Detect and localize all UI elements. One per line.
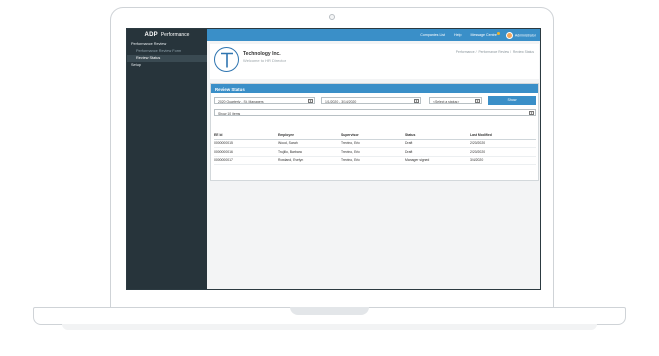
top-navbar: ADP Performance Companies List Help Mess… xyxy=(127,29,540,41)
review-status-panel: Review Status 2020 Quarterly - St. Manag… xyxy=(210,83,539,181)
help-link[interactable]: Help xyxy=(454,33,461,37)
laptop-foot xyxy=(62,324,597,330)
breadcrumb: Performance/ Performance Review/ Review … xyxy=(455,50,534,54)
cell-employee: Wood, Sarah xyxy=(278,141,298,146)
screen: ADP Performance Companies List Help Mess… xyxy=(126,28,541,290)
company-welcome: Welcome to HR Director xyxy=(243,58,287,63)
cell-supervisor: Trevino, Eric xyxy=(341,149,360,154)
user-name: Administrator xyxy=(514,32,536,37)
message-centre-link[interactable]: Message Centre xyxy=(470,32,500,37)
column-header[interactable]: EE Id xyxy=(214,133,278,137)
avatar xyxy=(505,31,513,39)
notification-dot-icon xyxy=(496,32,500,35)
items-per-page-value: Show 10 items xyxy=(218,111,241,116)
company-name: Technology Inc. xyxy=(243,51,281,57)
column-header[interactable]: Supervisor xyxy=(341,133,405,137)
chevron-down-icon: ▾ xyxy=(414,98,419,103)
cell-last-modified: 2/20/2020 xyxy=(470,149,486,154)
table-row[interactable]: 0000000016 Trujillo, Barbara Trevino, Er… xyxy=(214,148,536,157)
brand-name: Performance xyxy=(160,32,190,38)
cell-last-modified: 2/20/2020 xyxy=(470,141,486,146)
sidebar-item-performance-review[interactable]: Performance Review xyxy=(127,41,207,48)
period-select[interactable]: 2020 Quarterly - St. Managers ▾ xyxy=(214,97,315,104)
top-links: Companies List Help Message Centre Admin… xyxy=(420,29,536,41)
brand-logo: ADP xyxy=(144,32,158,38)
cell-status: Draft xyxy=(405,149,413,154)
show-button[interactable]: Show xyxy=(488,96,536,105)
cell-status: Draft xyxy=(405,141,413,146)
table-row[interactable]: 0000000015 Wood, Sarah Trevino, Eric Dra… xyxy=(214,140,536,148)
cell-employee: Rowland, Evelyn xyxy=(278,158,304,163)
period-select-value: 2020 Quarterly - St. Managers xyxy=(218,99,264,104)
column-header[interactable]: Last Modified xyxy=(470,133,536,137)
brand[interactable]: ADP Performance xyxy=(127,29,207,41)
cell-ee-id: 0000000017 xyxy=(214,158,233,163)
laptop-notch xyxy=(290,307,369,315)
review-table: EE Id Employee Supervisor Status Last Mo… xyxy=(214,131,536,165)
cell-last-modified: 3/4/2020 xyxy=(470,158,484,163)
date-range-select[interactable]: 1/1/2020 - 3/14/2020 ▾ xyxy=(321,97,421,104)
chevron-down-icon: ▾ xyxy=(308,98,313,103)
company-header: Technology Inc. Welcome to HR Director P… xyxy=(210,44,539,79)
breadcrumb-item: Review Status xyxy=(512,50,534,54)
cell-employee: Trujillo, Barbara xyxy=(278,149,302,154)
status-select-value: <Select a status> xyxy=(433,99,460,104)
table-header: EE Id Employee Supervisor Status Last Mo… xyxy=(214,131,536,140)
items-per-page-select[interactable]: Show 10 items ▾ xyxy=(214,109,536,116)
sidebar-item-setup[interactable]: Setup xyxy=(127,62,207,69)
sidebar: Performance Review Performance Review Fo… xyxy=(127,41,207,289)
user-menu[interactable]: Administrator xyxy=(505,31,536,39)
message-centre-label: Message Centre xyxy=(470,33,497,37)
main-content: Technology Inc. Welcome to HR Director P… xyxy=(207,41,540,289)
cell-ee-id: 0000000016 xyxy=(214,149,233,154)
status-select[interactable]: <Select a status> ▾ xyxy=(429,97,482,104)
column-header[interactable]: Status xyxy=(405,133,470,137)
date-range-value: 1/1/2020 - 3/14/2020 xyxy=(325,99,357,104)
panel-title: Review Status xyxy=(211,84,538,93)
companies-list-link[interactable]: Companies List xyxy=(420,33,445,37)
breadcrumb-item[interactable]: Performance Review xyxy=(478,50,509,54)
items-per-page-row: Show 10 items ▾ xyxy=(211,108,538,120)
column-header[interactable]: Employee xyxy=(278,133,341,137)
company-logo xyxy=(214,47,239,72)
sidebar-item-performance-review-form[interactable]: Performance Review Form xyxy=(127,48,207,55)
company-logo-letter-icon xyxy=(220,52,233,67)
cell-ee-id: 0000000015 xyxy=(214,141,233,146)
breadcrumb-item[interactable]: Performance xyxy=(456,50,475,54)
cell-status: Manager signed xyxy=(405,158,430,163)
chevron-down-icon: ▾ xyxy=(475,98,480,103)
table-row[interactable]: 0000000017 Rowland, Evelyn Trevino, Eric… xyxy=(214,157,536,165)
sidebar-item-review-status[interactable]: Review Status xyxy=(127,55,207,62)
cell-supervisor: Trevino, Eric xyxy=(341,141,360,146)
chevron-down-icon: ▾ xyxy=(529,110,534,115)
filters-row: 2020 Quarterly - St. Managers ▾ 1/1/2020… xyxy=(211,93,538,108)
camera-icon xyxy=(329,14,335,20)
cell-supervisor: Trevino, Eric xyxy=(341,158,360,163)
